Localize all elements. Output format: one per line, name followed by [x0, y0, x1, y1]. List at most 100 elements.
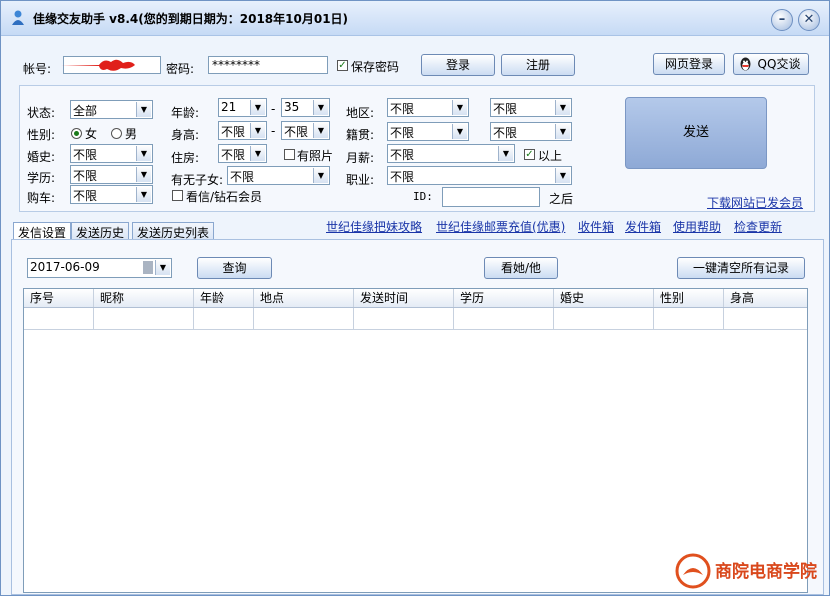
query-button[interactable]: 查询 [197, 257, 272, 279]
chevron-down-icon: ▼ [136, 146, 151, 161]
children-select[interactable]: 不限 ▼ [227, 166, 330, 185]
close-button[interactable]: ✕ [798, 9, 820, 31]
table-cell[interactable] [724, 308, 807, 330]
table-cell[interactable] [24, 308, 94, 330]
link-help[interactable]: 使用帮助 [673, 218, 721, 235]
height-min-value: 不限 [221, 125, 246, 139]
table-cell[interactable] [354, 308, 454, 330]
link-dating-guide[interactable]: 世纪佳缘把妹攻略 [326, 218, 422, 235]
has-photo-checkbox[interactable] [284, 149, 295, 160]
chevron-down-icon: ▼ [452, 100, 467, 115]
col-header-gender[interactable]: 性别 [654, 289, 724, 307]
chevron-down-icon: ▼ [136, 102, 151, 117]
origin-value-2: 不限 [493, 126, 518, 140]
watermark-logo-icon [675, 553, 711, 589]
download-sent-members-link[interactable]: 下载网站已发会员 [707, 194, 803, 211]
col-header-nickname[interactable]: 昵称 [94, 289, 194, 307]
register-button[interactable]: 注册 [501, 54, 575, 76]
has-photo-label: 有照片 [297, 149, 334, 163]
qq-chat-button[interactable]: QQ交谈 [733, 53, 809, 75]
gender-female-radio[interactable] [71, 128, 82, 139]
save-password-label: 保存密码 [351, 60, 400, 74]
clear-all-records-button[interactable]: 一键清空所有记录 [677, 257, 805, 279]
table-cell[interactable] [94, 308, 194, 330]
chevron-down-icon: ▼ [498, 146, 513, 161]
salary-above-checkbox[interactable]: ✓ [524, 149, 535, 160]
link-inbox[interactable]: 收件箱 [578, 218, 614, 235]
education-select[interactable]: 不限 ▼ [70, 165, 153, 184]
origin-select-2[interactable]: 不限 ▼ [490, 122, 572, 141]
table-cell[interactable] [254, 308, 354, 330]
tab-send-settings[interactable]: 发信设置 [13, 222, 72, 240]
height-max-value: 不限 [284, 125, 309, 139]
web-login-button[interactable]: 网页登录 [653, 53, 725, 75]
chevron-down-icon: ▼ [136, 187, 151, 202]
children-value: 不限 [230, 170, 255, 184]
col-header-index[interactable]: 序号 [24, 289, 94, 307]
col-header-send-time[interactable]: 发送时间 [354, 289, 454, 307]
job-select[interactable]: 不限 ▼ [387, 166, 572, 185]
link-outbox[interactable]: 发件箱 [625, 218, 661, 235]
col-header-height[interactable]: 身高 [724, 289, 807, 307]
age-max-value: 35 [284, 100, 300, 114]
salary-label: 月薪: [346, 151, 375, 165]
col-header-marriage[interactable]: 婚史 [554, 289, 654, 307]
tab-send-history[interactable]: 发送历史 [71, 222, 130, 240]
age-min-select[interactable]: 21 ▼ [218, 98, 267, 117]
link-stamp-recharge[interactable]: 世纪佳缘邮票充值(优惠) [436, 218, 565, 235]
date-picker[interactable]: 2017-06-09 ▼ [27, 258, 172, 278]
col-header-age[interactable]: 年龄 [194, 289, 254, 307]
tab-send-history-list[interactable]: 发送历史列表 [132, 222, 215, 240]
salary-select[interactable]: 不限 ▼ [387, 144, 515, 163]
view-profile-button[interactable]: 看她/他 [484, 257, 558, 279]
calendar-icon[interactable] [143, 261, 153, 274]
qq-penguin-icon [740, 57, 751, 71]
origin-label: 籍贯: [346, 128, 375, 142]
chevron-down-icon: ▼ [313, 168, 328, 183]
age-max-select[interactable]: 35 ▼ [281, 98, 330, 117]
password-input[interactable]: ******** [208, 56, 328, 74]
login-button[interactable]: 登录 [421, 54, 495, 76]
car-label: 购车: [27, 191, 56, 205]
marriage-select[interactable]: 不限 ▼ [70, 144, 153, 163]
chevron-down-icon: ▼ [155, 260, 170, 275]
chevron-down-icon: ▼ [452, 124, 467, 139]
window-title: 佳缘交友助手 v8.4(您的到期日期为：2018年10月01日) [33, 12, 349, 26]
car-select[interactable]: 不限 ▼ [70, 185, 153, 204]
password-label: 密码: [166, 62, 195, 76]
chevron-down-icon: ▼ [250, 100, 265, 115]
gender-female-label: 女 [85, 127, 98, 141]
region-select-1[interactable]: 不限 ▼ [387, 98, 469, 117]
send-button[interactable]: 发送 [625, 97, 767, 169]
gender-male-radio[interactable] [111, 128, 122, 139]
col-header-education[interactable]: 学历 [454, 289, 554, 307]
vip-checkbox[interactable] [172, 190, 183, 201]
origin-select-1[interactable]: 不限 ▼ [387, 122, 469, 141]
chevron-down-icon: ▼ [555, 124, 570, 139]
height-min-select[interactable]: 不限 ▼ [218, 121, 267, 140]
age-label: 年龄: [171, 106, 200, 120]
gender-male-label: 男 [125, 127, 138, 141]
table-cell[interactable] [654, 308, 724, 330]
region-value-2: 不限 [493, 102, 518, 116]
age-dash: - [271, 102, 276, 116]
table-cell[interactable] [454, 308, 554, 330]
table-cell[interactable] [554, 308, 654, 330]
height-dash: - [271, 124, 276, 138]
region-select-2[interactable]: 不限 ▼ [490, 98, 572, 117]
height-label: 身高: [171, 128, 200, 142]
height-max-select[interactable]: 不限 ▼ [281, 121, 330, 140]
marriage-label: 婚史: [27, 150, 56, 164]
status-select[interactable]: 全部 ▼ [70, 100, 153, 119]
history-table[interactable]: 序号 昵称 年龄 地点 发送时间 学历 婚史 性别 身高 [23, 288, 808, 593]
job-label: 职业: [346, 173, 375, 187]
col-header-location[interactable]: 地点 [254, 289, 354, 307]
housing-select[interactable]: 不限 ▼ [218, 144, 267, 163]
table-cell[interactable] [194, 308, 254, 330]
id-input[interactable] [442, 187, 540, 207]
link-check-update[interactable]: 检查更新 [734, 218, 782, 235]
save-password-checkbox[interactable]: ✓ [337, 60, 348, 71]
minimize-button[interactable]: – [771, 9, 793, 31]
children-label: 有无子女: [171, 173, 224, 187]
app-logo-icon [12, 10, 24, 25]
